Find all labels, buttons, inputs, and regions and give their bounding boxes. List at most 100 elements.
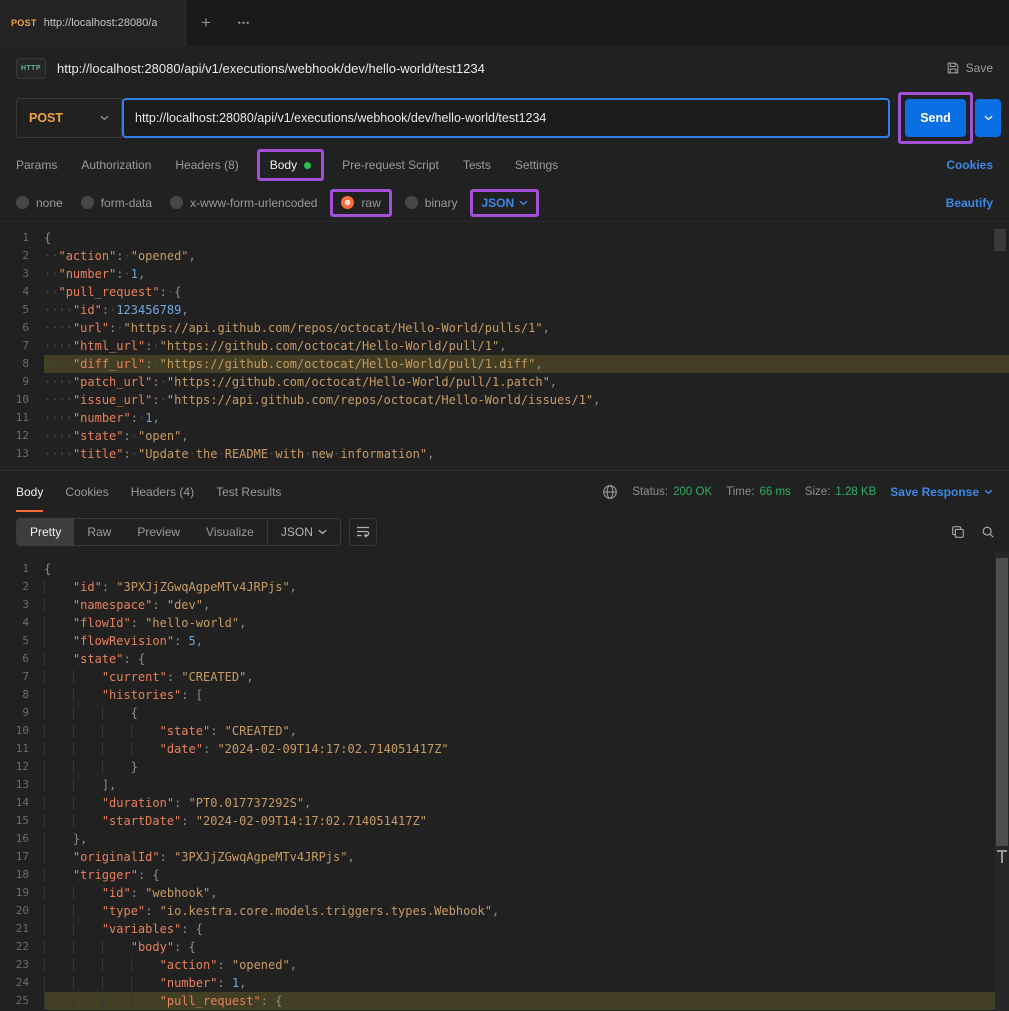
line-number: 13 <box>0 445 44 463</box>
code-line[interactable]: 23 "action": "opened", <box>0 956 1009 974</box>
tab-body[interactable]: Body <box>270 158 311 172</box>
code-line[interactable]: 11····"number":·1, <box>0 409 1009 427</box>
code-line[interactable]: 4··"pull_request":·{ <box>0 283 1009 301</box>
send-options-button[interactable] <box>975 99 1001 137</box>
method-select[interactable]: POST <box>16 98 122 138</box>
beautify-link[interactable]: Beautify <box>946 196 993 210</box>
tab-params[interactable]: Params <box>16 158 57 172</box>
view-tab-preview[interactable]: Preview <box>124 519 193 545</box>
line-number: 2 <box>0 247 44 265</box>
response-tab-headers[interactable]: Headers (4) <box>131 471 194 512</box>
size-badge[interactable]: 1.28 KB <box>835 486 876 498</box>
code-line[interactable]: 19 "id": "webhook", <box>0 884 1009 902</box>
radio-binary-icon[interactable] <box>405 196 418 209</box>
radio-urlencoded-icon[interactable] <box>170 196 183 209</box>
tab-pre-request-script[interactable]: Pre-request Script <box>342 158 439 172</box>
save-response-label: Save Response <box>890 485 979 499</box>
code-line[interactable]: 13····"title":·"Update·the·README·with·n… <box>0 445 1009 463</box>
code-line[interactable]: 20 "type": "io.kestra.core.models.trigge… <box>0 902 1009 920</box>
response-scrollbar-thumb[interactable] <box>996 558 1008 846</box>
code-text: ], <box>44 776 1009 794</box>
code-line[interactable]: 14 "duration": "PT0.017737292S", <box>0 794 1009 812</box>
mode-x-www-form-urlencoded[interactable]: x-www-form-urlencoded <box>170 196 317 210</box>
view-tab-visualize[interactable]: Visualize <box>193 519 267 545</box>
mode-binary[interactable]: binary <box>405 196 458 210</box>
line-number: 6 <box>0 650 44 668</box>
code-line[interactable]: 13 ], <box>0 776 1009 794</box>
code-line[interactable]: 5····"id":·123456789, <box>0 301 1009 319</box>
plus-icon[interactable]: + <box>186 0 226 46</box>
code-line[interactable]: 3··"number":·1, <box>0 265 1009 283</box>
code-line[interactable]: 8····"diff_url":·"https://github.com/oct… <box>0 355 1009 373</box>
code-line[interactable]: 12····"state":·"open", <box>0 427 1009 445</box>
code-line[interactable]: 1{ <box>0 560 1009 578</box>
code-line[interactable]: 18 "trigger": { <box>0 866 1009 884</box>
code-line[interactable]: 21 "variables": { <box>0 920 1009 938</box>
code-line[interactable]: 7····"html_url":·"https://github.com/oct… <box>0 337 1009 355</box>
code-line[interactable]: 2··"action":·"opened", <box>0 247 1009 265</box>
code-line[interactable]: 9 { <box>0 704 1009 722</box>
response-language-select[interactable]: JSON <box>267 519 340 545</box>
code-line[interactable]: 4 "flowId": "hello-world", <box>0 614 1009 632</box>
tab-headers[interactable]: Headers (8) <box>175 158 238 172</box>
body-language-select[interactable]: JSON <box>481 196 528 210</box>
code-line[interactable]: 2 "id": "3PXJjZGwqAgpeMTv4JRPjs", <box>0 578 1009 596</box>
status-badge[interactable]: 200 OK <box>673 486 712 498</box>
copy-button[interactable] <box>951 525 965 539</box>
time-badge[interactable]: 66 ms <box>759 486 790 498</box>
line-number: 21 <box>0 920 44 938</box>
request-editor-scrollbar[interactable] <box>994 229 1006 251</box>
url-input[interactable] <box>122 98 890 138</box>
request-tab[interactable]: POST http://localhost:28080/a <box>0 0 186 46</box>
code-text: "number": 1, <box>44 974 1009 992</box>
code-text: "body": { <box>44 938 1009 956</box>
mode-raw[interactable]: raw <box>341 196 380 210</box>
code-line[interactable]: 9····"patch_url":·"https://github.com/oc… <box>0 373 1009 391</box>
more-options-icon[interactable]: ••• <box>226 0 262 46</box>
wrap-text-button[interactable] <box>349 518 377 546</box>
code-line[interactable]: 1{ <box>0 229 1009 247</box>
save-icon <box>946 61 960 75</box>
search-button[interactable] <box>981 525 995 539</box>
mode-none[interactable]: none <box>16 196 63 210</box>
code-line[interactable]: 7 "current": "CREATED", <box>0 668 1009 686</box>
code-line[interactable]: 6····"url":·"https://api.github.com/repo… <box>0 319 1009 337</box>
code-line[interactable]: 8 "histories": [ <box>0 686 1009 704</box>
save-button[interactable]: Save <box>946 61 993 75</box>
response-tab-body[interactable]: Body <box>16 471 43 512</box>
radio-raw-selected-icon[interactable] <box>341 196 354 209</box>
response-scrollbar-track[interactable] <box>995 553 1009 1011</box>
code-line[interactable]: 24 "number": 1, <box>0 974 1009 992</box>
cookies-link[interactable]: Cookies <box>946 158 993 172</box>
code-line[interactable]: 6 "state": { <box>0 650 1009 668</box>
tab-settings[interactable]: Settings <box>515 158 558 172</box>
view-tab-pretty[interactable]: Pretty <box>17 519 74 545</box>
save-label: Save <box>966 61 993 75</box>
send-button[interactable]: Send <box>905 99 966 137</box>
tab-tests[interactable]: Tests <box>463 158 491 172</box>
tab-authorization[interactable]: Authorization <box>81 158 151 172</box>
mode-form-data[interactable]: form-data <box>81 196 152 210</box>
code-line[interactable]: 11 "date": "2024-02-09T14:17:02.71405141… <box>0 740 1009 758</box>
response-tab-cookies[interactable]: Cookies <box>65 471 108 512</box>
code-line[interactable]: 12 } <box>0 758 1009 776</box>
request-code: 1{2··"action":·"opened",3··"number":·1,4… <box>0 222 1009 463</box>
save-response-button[interactable]: Save Response <box>890 485 993 499</box>
code-line[interactable]: 10 "state": "CREATED", <box>0 722 1009 740</box>
code-line[interactable]: 10····"issue_url":·"https://api.github.c… <box>0 391 1009 409</box>
code-line[interactable]: 25 "pull_request": { <box>0 992 1009 1010</box>
radio-form-data-icon[interactable] <box>81 196 94 209</box>
response-body-editor[interactable]: 1{2 "id": "3PXJjZGwqAgpeMTv4JRPjs",3 "na… <box>0 552 1009 1011</box>
network-globe-icon[interactable] <box>602 484 618 500</box>
code-line[interactable]: 5 "flowRevision": 5, <box>0 632 1009 650</box>
view-tab-raw[interactable]: Raw <box>74 519 124 545</box>
code-line[interactable]: 22 "body": { <box>0 938 1009 956</box>
code-line[interactable]: 16 }, <box>0 830 1009 848</box>
code-line[interactable]: 3 "namespace": "dev", <box>0 596 1009 614</box>
response-tab-test-results[interactable]: Test Results <box>216 471 281 512</box>
request-body-editor[interactable]: 1{2··"action":·"opened",3··"number":·1,4… <box>0 222 1009 470</box>
code-line[interactable]: 15 "startDate": "2024-02-09T14:17:02.714… <box>0 812 1009 830</box>
radio-none-icon[interactable] <box>16 196 29 209</box>
code-line[interactable]: 17 "originalId": "3PXJjZGwqAgpeMTv4JRPjs… <box>0 848 1009 866</box>
response-code: 1{2 "id": "3PXJjZGwqAgpeMTv4JRPjs",3 "na… <box>0 553 1009 1010</box>
